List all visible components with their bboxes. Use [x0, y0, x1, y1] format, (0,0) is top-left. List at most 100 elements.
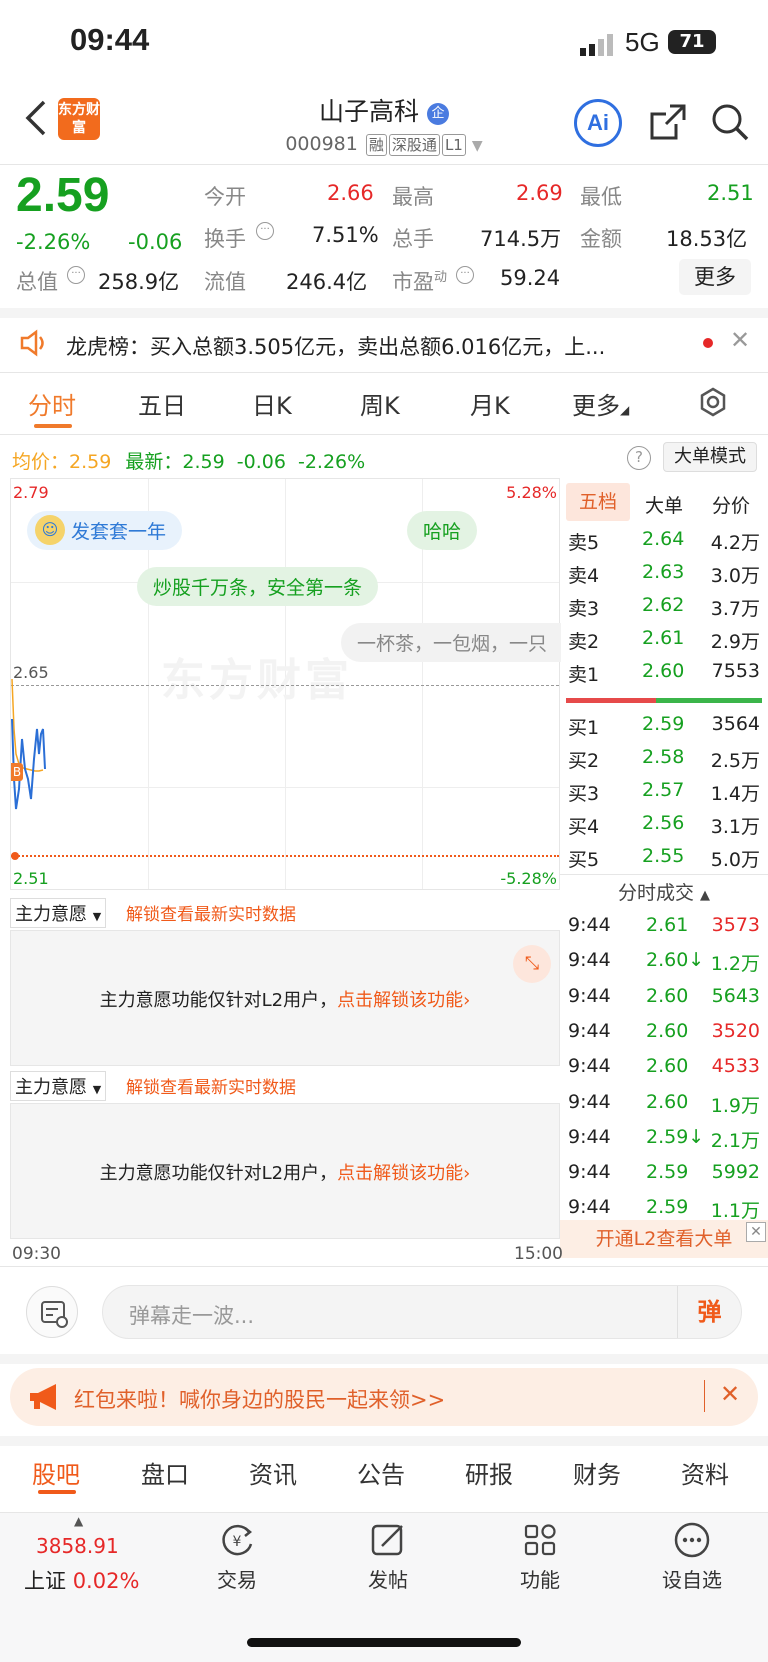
unlock-hint[interactable]: 解锁查看最新实时数据 [126, 1073, 296, 1098]
level-label: 买2 [568, 750, 600, 772]
promo-text: 红包来啦！喊你身边的股民一起来领>> [74, 1388, 446, 1412]
l2-panel-message: 主力意愿功能仅针对L2用户，点击解锁该功能› [11, 1159, 559, 1185]
caret-up-icon[interactable]: ▲ [700, 888, 710, 903]
ai-button[interactable]: Ai [574, 99, 622, 147]
close-icon[interactable]: ✕ [746, 1222, 766, 1242]
nav-apps[interactable]: 功能 [490, 1520, 590, 1593]
change-amount: -0.06 [128, 230, 183, 254]
index-value[interactable]: 3858.91 [36, 1534, 119, 1558]
tab-forum[interactable]: 股吧 [32, 1455, 80, 1490]
help-icon[interactable]: ? [627, 446, 651, 470]
tab-five-level[interactable]: 五档 [566, 483, 630, 521]
l2-upgrade-button[interactable]: 开通L2查看大单 [560, 1220, 768, 1258]
tab-big-order[interactable]: 大单 [645, 491, 683, 518]
tab-announcements[interactable]: 公告 [357, 1455, 405, 1490]
danmaku-bubble[interactable]: 炒股千万条，安全第一条 [137, 567, 379, 606]
send-danmaku-button[interactable]: 弹 [677, 1286, 741, 1338]
nav-post[interactable]: 发帖 [338, 1520, 438, 1593]
bid-level-row[interactable]: 买4 2.56 3.1万 [566, 808, 762, 840]
close-icon[interactable]: ✕ [730, 326, 750, 354]
danmaku-settings-button[interactable] [26, 1286, 78, 1338]
danmaku-bubble[interactable]: 哈哈 [407, 511, 478, 550]
indicator-select[interactable]: 主力意愿 ▼ [10, 898, 107, 928]
caret-up-icon[interactable]: ▲ [74, 1514, 83, 1528]
info-icon[interactable]: ··· [67, 266, 85, 284]
share-icon[interactable] [648, 102, 688, 146]
trade-price: 2.59 [646, 1196, 689, 1219]
nav-trade[interactable]: ¥ 交易 [187, 1520, 287, 1593]
trade-time: 9:44 [568, 1125, 611, 1148]
comment-input[interactable]: 弹幕走一波... 弹 [102, 1285, 742, 1339]
status-time: 09:44 [70, 22, 150, 57]
level-volume: 2.9万 [710, 631, 760, 653]
bid-level-row[interactable]: 买2 2.58 2.5万 [566, 742, 762, 774]
level-label: 卖4 [568, 565, 600, 587]
ask-level-row[interactable]: 卖5 2.64 4.2万 [566, 524, 762, 556]
index-row[interactable]: 上证 0.02% [24, 1565, 139, 1595]
intraday-chart[interactable]: 东方财富 B 2.79 5.28% 2.65 2.51 -5.28% ☺ 发套套… [10, 478, 561, 890]
trade-time: 9:44 [568, 914, 611, 936]
tab-daily-k[interactable]: 日K [252, 386, 292, 421]
level-label: 卖1 [568, 664, 600, 686]
tab-financials[interactable]: 财务 [573, 1455, 621, 1490]
expand-icon[interactable]: ⤡ [513, 945, 551, 983]
level-volume: 3564 [711, 713, 760, 735]
danmaku-text: 发套套一年 [71, 521, 167, 543]
trade-time: 9:44 [568, 1019, 611, 1042]
unlock-link[interactable]: 点击解锁该功能 [337, 1163, 463, 1184]
y-max-pct-label: 5.28% [506, 483, 557, 502]
bid-level-row[interactable]: 买3 2.57 1.4万 [566, 775, 762, 807]
unlock-link[interactable]: 点击解锁该功能 [337, 990, 463, 1011]
close-icon[interactable]: ✕ [720, 1380, 740, 1408]
tab-price-dist[interactable]: 分价 [712, 491, 750, 518]
info-icon[interactable]: ··· [256, 222, 274, 240]
nav-add-watchlist[interactable]: 设自选 [642, 1520, 742, 1593]
big-order-mode-button[interactable]: 大单模式 [663, 442, 757, 472]
l2-panel-header: 主力意愿 ▼ 解锁查看最新实时数据 [10, 894, 560, 930]
y-max-label: 2.79 [13, 483, 49, 502]
dropdown-icon[interactable]: ▼ [472, 138, 483, 154]
danmaku-bubble[interactable]: ☺ 发套套一年 [27, 511, 183, 550]
chevron-right-icon: › [463, 990, 471, 1011]
notice-text[interactable]: 龙虎榜：买入总额3.505亿元，卖出总额6.016亿元，上... [66, 331, 666, 361]
tab-monthly-k[interactable]: 月K [470, 386, 510, 421]
ask-level-row[interactable]: 卖2 2.61 2.9万 [566, 623, 762, 655]
indicator-select[interactable]: 主力意愿 ▼ [10, 1071, 107, 1101]
tab-orderbook[interactable]: 盘口 [141, 1455, 189, 1490]
trade-time: 9:44 [568, 984, 611, 1007]
search-icon[interactable] [710, 102, 750, 146]
settings-icon[interactable] [698, 387, 728, 421]
info-icon[interactable]: ··· [456, 266, 474, 284]
level-label: 买1 [568, 717, 600, 739]
level-label: 卖2 [568, 631, 600, 653]
ask-level-row[interactable]: 卖1 2.60 7553 [566, 656, 762, 688]
bid-level-row[interactable]: 买5 2.55 5.0万 [566, 841, 762, 873]
unlock-hint[interactable]: 解锁查看最新实时数据 [126, 900, 296, 925]
indicator-select-label: 主力意愿 [15, 904, 87, 925]
tab-intraday[interactable]: 分时 [28, 386, 76, 421]
stock-name: 山子高科 [319, 97, 420, 126]
more-button[interactable]: 更多 [679, 259, 751, 295]
nav-label: 发帖 [368, 1568, 408, 1592]
tab-research[interactable]: 研报 [465, 1455, 513, 1490]
tab-5day[interactable]: 五日 [138, 386, 186, 421]
promo-banner[interactable]: 红包来啦！喊你身边的股民一起来领>> ✕ [10, 1368, 758, 1426]
level-volume: 1.4万 [710, 783, 760, 805]
tab-profile[interactable]: 资料 [681, 1455, 729, 1490]
y-min-pct-label: -5.28% [500, 869, 557, 888]
ask-level-row[interactable]: 卖3 2.62 3.7万 [566, 590, 762, 622]
trade-price: 2.60↓ [646, 949, 705, 972]
ask-level-row[interactable]: 卖4 2.63 3.0万 [566, 557, 762, 589]
trade-price: 2.60 [646, 1055, 689, 1078]
trade-time: 9:44 [568, 1161, 611, 1184]
tab-weekly-k[interactable]: 周K [360, 386, 400, 421]
tab-news[interactable]: 资讯 [249, 1455, 297, 1490]
tag-margin: 融 [365, 134, 387, 156]
bid-level-row[interactable]: 买1 2.59 3564 [566, 709, 762, 741]
avg-label: 均价： [12, 451, 70, 473]
index-pct: 0.02% [72, 1569, 140, 1593]
danmaku-bubble[interactable]: 一杯茶，一包烟，一只 [341, 623, 561, 662]
tab-more[interactable]: 更多◢ [572, 386, 629, 421]
level-volume: 3.0万 [710, 565, 760, 587]
buy-marker[interactable]: B [11, 763, 23, 781]
